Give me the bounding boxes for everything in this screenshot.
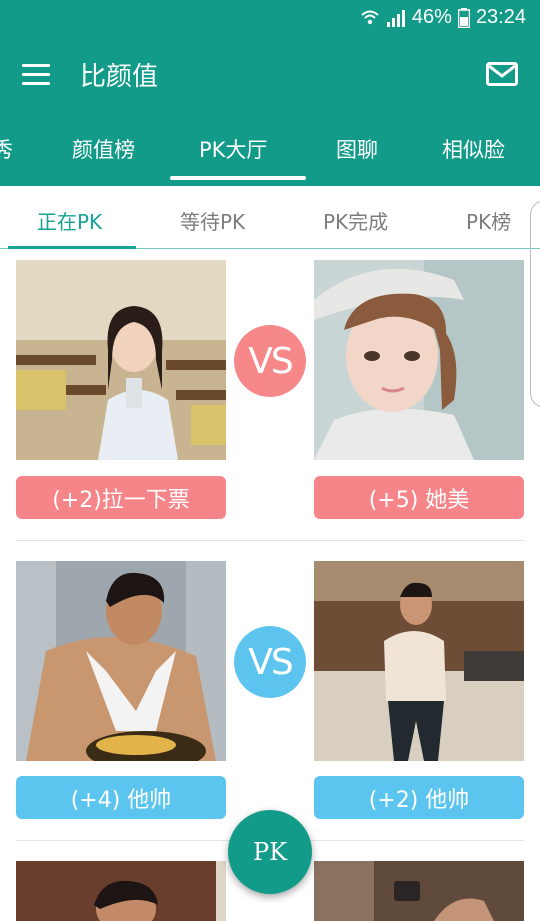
wifi-icon	[361, 10, 379, 24]
app-bar: 比颜值	[0, 36, 540, 116]
app-title: 比颜值	[80, 62, 159, 92]
subtab-waiting[interactable]: 等待PK	[180, 206, 245, 235]
status-bar: 46% 23:24	[0, 0, 540, 36]
battery-icon	[457, 7, 470, 28]
vote-button-left[interactable]: (+4) 他帅	[16, 776, 226, 819]
vote-button-left[interactable]: (+2)拉一下票	[16, 476, 226, 519]
tab-ranking[interactable]: 颜值榜	[72, 134, 135, 164]
pk-fab-button[interactable]: PK	[228, 810, 312, 894]
vs-badge: VS	[234, 325, 306, 397]
edge-swipe-handle	[530, 200, 540, 408]
tab-similar-face[interactable]: 相似脸	[442, 134, 505, 164]
tab-image-chat[interactable]: 图聊	[336, 134, 378, 164]
subtab-divider	[0, 248, 540, 249]
hamburger-menu-icon[interactable]	[22, 64, 50, 86]
subtab-ongoing[interactable]: 正在PK	[37, 206, 102, 235]
battery-percent: 46%	[411, 6, 452, 28]
vs-badge: VS	[234, 626, 306, 698]
vote-button-right[interactable]: (+5) 她美	[314, 476, 524, 519]
tab-indicator	[170, 176, 306, 180]
row-divider	[16, 540, 524, 541]
subtab-pk-ranking[interactable]: PK榜	[466, 206, 511, 235]
tab-xiu[interactable]: 秀	[0, 134, 13, 164]
sub-tabs: 正在PK 等待PK PK完成 PK榜	[0, 186, 540, 249]
contestant-photo-right[interactable]	[314, 861, 524, 921]
contestant-photo-left[interactable]	[16, 260, 226, 460]
mail-icon[interactable]	[486, 62, 518, 86]
clock: 23:24	[475, 6, 526, 28]
contestant-photo-right[interactable]	[314, 260, 524, 460]
tab-pk-hall[interactable]: PK大厅	[199, 134, 267, 164]
subtab-finished[interactable]: PK完成	[323, 206, 388, 235]
vote-button-right[interactable]: (+2) 他帅	[314, 776, 524, 819]
contestant-photo-left[interactable]	[16, 861, 226, 921]
contestant-photo-left[interactable]	[16, 561, 226, 761]
signal-icon	[386, 9, 405, 27]
contestant-photo-right[interactable]	[314, 561, 524, 761]
main-tabs: 秀 颜值榜 PK大厅 图聊 相似脸	[0, 116, 540, 186]
